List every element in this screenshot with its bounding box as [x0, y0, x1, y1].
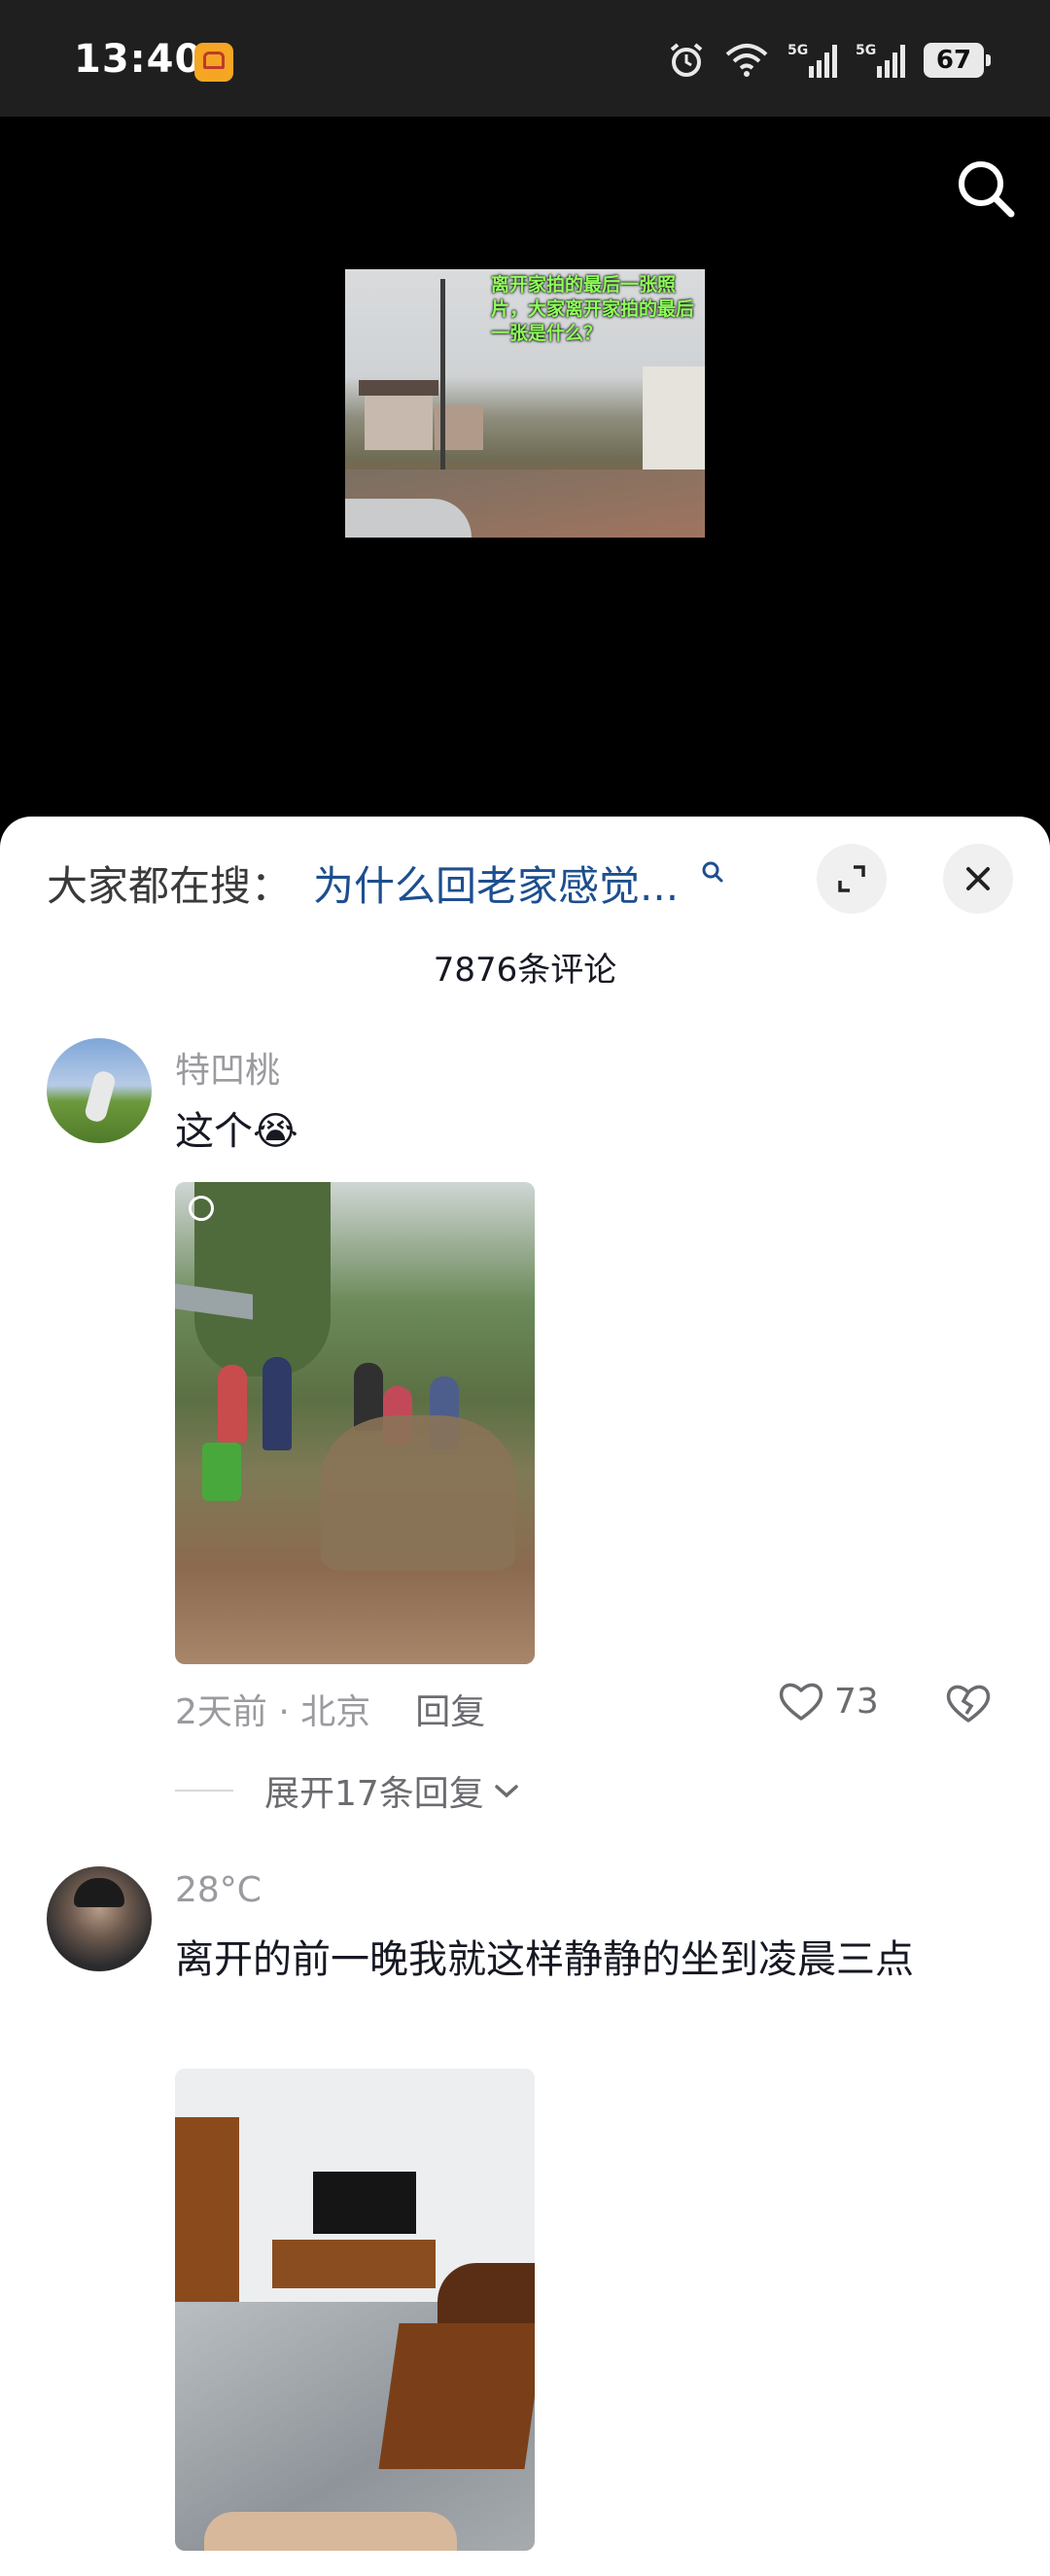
- comment-text: 这个😭: [175, 1109, 298, 1154]
- alarm-icon: [670, 43, 703, 77]
- heart-icon: [779, 1683, 823, 1721]
- trending-label: 大家都在搜：: [47, 862, 293, 910]
- avatar[interactable]: [47, 1866, 152, 1971]
- comment-username[interactable]: 特凹桃: [175, 1042, 280, 1093]
- video-thumbnail[interactable]: 离开家拍的最后一张照片，大家离开家拍的最后一张是什么？: [345, 269, 705, 538]
- svg-text:5G: 5G: [856, 43, 876, 58]
- close-button[interactable]: [943, 844, 1013, 914]
- comment-count: 7876条评论: [433, 951, 617, 990]
- comment-meta: 2天前 · 北京 回复: [175, 1684, 485, 1734]
- trending-search-link[interactable]: 为什么回老家感觉...: [313, 853, 679, 913]
- signal-5g-icon: 5G: [856, 43, 905, 78]
- dislike-button[interactable]: [945, 1682, 992, 1728]
- svg-text:5G: 5G: [788, 43, 808, 58]
- status-bar: 13:40 5G 5G 67: [0, 0, 1050, 117]
- chevron-down-icon: [495, 1785, 518, 1798]
- comment-text: 离开的前一晚我就这样静静的坐到凌晨三点: [175, 1937, 914, 1982]
- live-photo-icon: [189, 1196, 214, 1221]
- status-time: 13:40: [74, 37, 203, 82]
- comment-username[interactable]: 28°C: [175, 1870, 262, 1910]
- wifi-icon: [725, 44, 768, 77]
- search-button[interactable]: [951, 154, 1021, 224]
- search-icon: [959, 161, 1015, 218]
- search-icon: [702, 861, 723, 883]
- expand-replies-button[interactable]: 展开17条回复: [175, 1765, 523, 1816]
- expand-replies-label: 展开17条回复: [264, 1774, 484, 1814]
- expand-button[interactable]: [817, 844, 887, 914]
- reply-button[interactable]: 回复: [415, 1692, 485, 1732]
- comment-sheet: 大家都在搜： 为什么回老家感觉... 7876条评论 特凹桃 这个😭 2天前 ·…: [0, 817, 1050, 2576]
- like-count: 73: [834, 1681, 879, 1722]
- avatar[interactable]: [47, 1038, 152, 1143]
- status-icons: 5G 5G 67: [667, 39, 991, 82]
- sheet-header: 大家都在搜： 为什么回老家感觉... 7876条评论: [0, 817, 1050, 990]
- video-caption: 离开家拍的最后一张照片，大家离开家拍的最后一张是什么？: [491, 274, 695, 344]
- comment-image[interactable]: [175, 1182, 535, 1664]
- battery-icon: 67: [924, 43, 991, 78]
- expand-icon: [838, 865, 865, 892]
- signal-5g-icon: 5G: [788, 43, 837, 78]
- like-button[interactable]: 73: [778, 1680, 879, 1723]
- comment-time-location: 2天前 · 北京: [175, 1692, 371, 1732]
- app-icon: [194, 43, 233, 82]
- broken-heart-icon: [946, 1685, 991, 1723]
- close-icon: [966, 867, 990, 890]
- video-player[interactable]: 离开家拍的最后一张照片，大家离开家拍的最后一张是什么？: [0, 117, 1050, 836]
- comment-image[interactable]: [175, 2069, 535, 2551]
